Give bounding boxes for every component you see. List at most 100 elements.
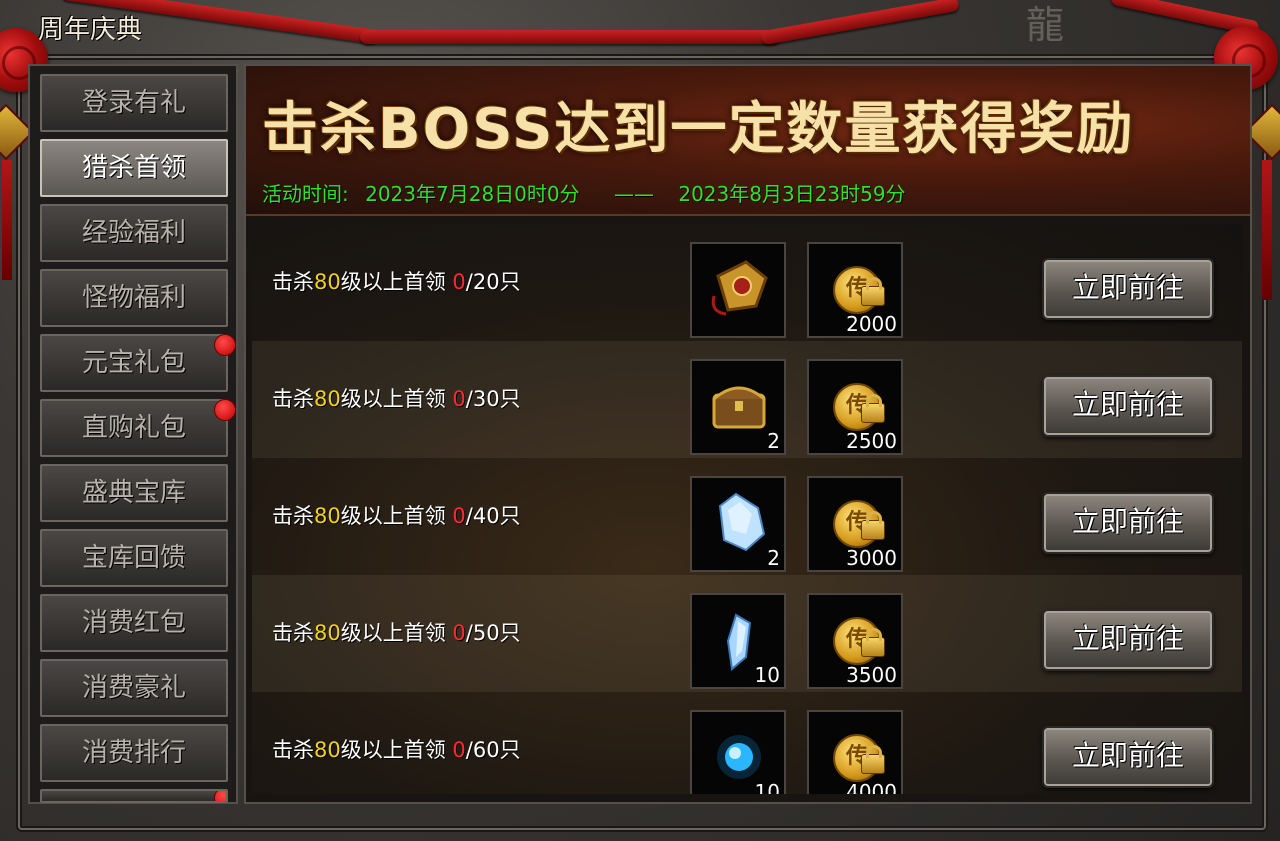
lock-icon [861,745,885,774]
reward-item-slot[interactable]: 2 [690,476,786,572]
crystal-cluster-icon [718,492,766,552]
go-now-button[interactable]: 立即前往 [1042,375,1214,437]
task-prefix: 击杀 [272,738,314,762]
event-banner: 击杀BOSS达到一定数量获得奖励 活动时间: 2023年7月28日0时0分 ——… [246,66,1250,216]
task-progress-current: 0 [452,621,466,645]
sidebar-item-exp-bonus[interactable]: 经验福利 [40,204,228,262]
task-level: 80 [314,270,341,294]
reward-coin-count: 4000 [846,780,897,794]
sidebar-item-hunt-boss[interactable]: 猎杀首领 [40,139,228,197]
amulet-icon [711,260,768,316]
task-level: 80 [314,621,341,645]
tassel-left-icon [2,160,12,280]
task-progress-target: /30只 [465,387,521,411]
sidebar-item-label: 盛典宝库 [81,478,186,508]
sidebar-item-treasury[interactable]: 盛典宝库 [40,464,228,522]
sidebar-item-monster-bonus[interactable]: 怪物福利 [40,269,228,327]
task-progress-current: 0 [452,387,466,411]
sidebar-item-spend-gift[interactable]: 消费豪礼 [40,659,228,717]
ribbon-decoration [360,30,780,44]
task-progress-target: /60只 [465,738,521,762]
notification-badge [214,334,236,356]
task-description: 击杀80级以上首领 0/40只 [272,458,521,575]
reward-coin-slot[interactable]: 传 3500 [807,593,903,689]
task-mid: 级以上首领 [340,504,453,528]
reward-coin-count: 2500 [846,429,897,453]
task-mid: 级以上首领 [340,621,453,645]
reward-coin-count: 3000 [846,546,897,570]
go-now-button[interactable]: 立即前往 [1042,726,1214,788]
go-now-button[interactable]: 立即前往 [1042,609,1214,671]
sidebar-item-direct-pack[interactable]: 直购礼包 [40,399,236,457]
sidebar-item-label: 消费排行 [81,738,186,768]
reward-coin-slot[interactable]: 传 4000 [807,710,903,794]
reward-item-slot[interactable]: 10 [690,593,786,689]
task-row: 击杀80级以上首领 0/20只 传 2000 立即前往 [252,224,1242,341]
sidebar-item-partial[interactable] [40,789,228,803]
event-time-separator: —— [614,182,654,206]
sidebar-item-login-gift[interactable]: 登录有礼 [40,74,228,132]
event-time-label: 活动时间: [262,182,349,206]
task-progress-target: /20只 [465,270,521,294]
reward-coin-count: 2000 [846,312,897,336]
sidebar-item-label: 元宝礼包 [81,348,186,378]
main-panel: 击杀BOSS达到一定数量获得奖励 活动时间: 2023年7月28日0时0分 ——… [244,64,1252,804]
task-mid: 级以上首领 [340,738,453,762]
reward-item-slot[interactable] [690,242,786,338]
dragon-emblem-icon: 龍 [1025,3,1064,47]
reward-item-slot[interactable]: 2 [690,359,786,455]
reward-item-count: 2 [767,429,780,453]
task-prefix: 击杀 [272,387,314,411]
task-progress-current: 0 [452,504,466,528]
reward-coin-slot[interactable]: 传 2500 [807,359,903,455]
task-level: 80 [314,504,341,528]
go-now-button[interactable]: 立即前往 [1042,492,1214,554]
task-row: 击杀80级以上首领 0/30只 2 传 2500 立即前往 [252,341,1242,458]
lock-icon [861,394,885,423]
reward-item-slot[interactable]: 10 [690,710,786,794]
sidebar-item-label: 怪物福利 [81,283,186,313]
reward-item-count: 10 [754,663,780,687]
task-level: 80 [314,387,341,411]
sidebar-item-label: 消费红包 [81,608,186,638]
sidebar-item-label: 宝库回馈 [81,543,186,573]
sidebar-item-label: 登录有礼 [81,88,186,118]
task-progress-current: 0 [452,270,466,294]
sidebar-item-spend-redpacket[interactable]: 消费红包 [40,594,228,652]
task-progress-target: /40只 [465,504,521,528]
task-description: 击杀80级以上首领 0/20只 [272,224,521,341]
task-row: 击杀80级以上首领 0/50只 10 传 3500 立即前往 [252,575,1242,692]
task-progress-current: 0 [452,738,466,762]
treasure-chest-icon [712,386,766,429]
sidebar-item-label: 猎杀首领 [81,153,186,183]
sidebar-item-label: 直购礼包 [81,413,186,443]
event-time: 活动时间: 2023年7月28日0时0分 —— 2023年8月3日23时59分 [262,178,916,207]
task-prefix: 击杀 [272,270,314,294]
reward-item-count: 10 [754,780,780,794]
reward-coin-count: 3500 [846,663,897,687]
notification-badge [214,791,226,801]
task-prefix: 击杀 [272,621,314,645]
go-now-button[interactable]: 立即前往 [1042,258,1214,320]
task-prefix: 击杀 [272,504,314,528]
sidebar-item-spend-ranking[interactable]: 消费排行 [40,724,228,782]
lock-icon [861,277,885,306]
reward-coin-slot[interactable]: 传 2000 [807,242,903,338]
task-mid: 级以上首领 [340,387,453,411]
sidebar-item-ingot-pack[interactable]: 元宝礼包 [40,334,236,392]
task-list[interactable]: 击杀80级以上首领 0/20只 传 2000 立即前往 击杀80级以上首领 0/… [252,224,1242,794]
sidebar: 登录有礼 猎杀首领 经验福利 怪物福利 元宝礼包 直购礼包 盛典宝库 宝库回馈 … [28,64,238,804]
task-row: 击杀80级以上首领 0/60只 10 传 4000 立即前往 [252,692,1242,794]
lock-icon [861,511,885,540]
task-progress-target: /50只 [465,621,521,645]
task-mid: 级以上首领 [340,270,453,294]
event-end-time: 2023年8月3日23时59分 [678,182,906,206]
notification-badge [214,399,236,421]
task-description: 击杀80级以上首领 0/50只 [272,575,521,692]
sidebar-item-label: 消费豪礼 [81,673,186,703]
reward-coin-slot[interactable]: 传 3000 [807,476,903,572]
tassel-right-icon [1262,160,1272,300]
sidebar-item-treasury-rebate[interactable]: 宝库回馈 [40,529,228,587]
window-title: 周年庆典 [38,15,143,45]
task-description: 击杀80级以上首领 0/30只 [272,341,521,458]
